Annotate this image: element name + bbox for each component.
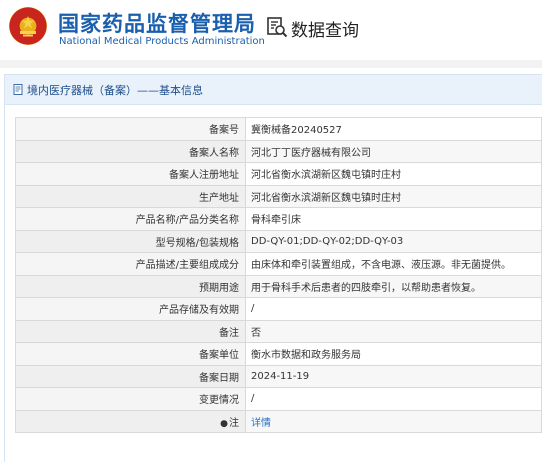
- field-value: 河北丁丁医疗器械有限公司: [245, 139, 542, 163]
- table-row: 备案日期 2024-11-19: [15, 364, 542, 388]
- field-label-note: ●注: [15, 409, 246, 433]
- table-row: 生产地址 河北省衡水滨湖新区魏屯镇时庄村: [15, 184, 542, 208]
- field-label: 备注: [15, 319, 246, 343]
- field-label: 备案号: [15, 117, 246, 141]
- field-value: DD-QY-01;DD-QY-02;DD-QY-03: [245, 229, 542, 253]
- field-label: 备案单位: [15, 342, 246, 366]
- field-value: /: [245, 387, 542, 411]
- document-icon: [13, 84, 23, 95]
- site-header: 国家药品监督管理局 National Medical Products Admi…: [0, 0, 542, 56]
- field-value: 河北省衡水滨湖新区魏屯镇时庄村: [245, 184, 542, 208]
- table-row: 型号规格/包装规格 DD-QY-01;DD-QY-02;DD-QY-03: [15, 229, 542, 253]
- field-label: 备案人注册地址: [15, 162, 246, 186]
- field-label-text: 注: [229, 417, 239, 429]
- agency-name-cn: 国家药品监督管理局: [58, 12, 256, 36]
- field-value: 2024-11-19: [245, 364, 542, 388]
- table-row: 产品描述/主要组成成分 由床体和牵引装置组成，不含电源、液压源。非无菌提供。: [15, 252, 542, 276]
- section-title: 境内医疗器械（备案）——基本信息: [27, 83, 203, 97]
- field-label: 备案人名称: [15, 139, 246, 163]
- detail-table: 备案号 冀衡械备20240527 备案人名称 河北丁丁医疗器械有限公司 备案人注…: [15, 117, 542, 433]
- table-row: 产品名称/产品分类名称 骨科牵引床: [15, 207, 542, 231]
- national-emblem-icon: [9, 7, 47, 45]
- field-value: 衡水市数据和政务服务局: [245, 342, 542, 366]
- field-label: 备案日期: [15, 364, 246, 388]
- field-value: 用于骨科手术后患者的四肢牵引，以帮助患者恢复。: [245, 274, 542, 298]
- field-label: 生产地址: [15, 184, 246, 208]
- field-label: 产品名称/产品分类名称: [15, 207, 246, 231]
- table-row: 备注 否: [15, 319, 542, 343]
- table-row: 备案单位 衡水市数据和政务服务局: [15, 342, 542, 366]
- section-header: 境内医疗器械（备案）——基本信息: [5, 75, 542, 105]
- field-label: 预期用途: [15, 274, 246, 298]
- page: 国家药品监督管理局 National Medical Products Admi…: [0, 0, 542, 462]
- table-row: 备案号 冀衡械备20240527: [15, 117, 542, 141]
- field-value: 河北省衡水滨湖新区魏屯镇时庄村: [245, 162, 542, 186]
- header-divider: [0, 60, 542, 68]
- table-row: 产品存储及有效期 /: [15, 297, 542, 321]
- field-label: 变更情况: [15, 387, 246, 411]
- table-row: 预期用途 用于骨科手术后患者的四肢牵引，以帮助患者恢复。: [15, 274, 542, 298]
- field-label: 型号规格/包装规格: [15, 229, 246, 253]
- info-dot-icon: ●: [220, 418, 228, 429]
- table-row: 变更情况 /: [15, 387, 542, 411]
- document-search-icon: [266, 16, 288, 38]
- table-row: 备案人名称 河北丁丁医疗器械有限公司: [15, 139, 542, 163]
- field-label: 产品存储及有效期: [15, 297, 246, 321]
- field-value: 冀衡械备20240527: [245, 117, 542, 141]
- field-value: 详情: [245, 409, 542, 433]
- field-value: 否: [245, 319, 542, 343]
- table-row: 备案人注册地址 河北省衡水滨湖新区魏屯镇时庄村: [15, 162, 542, 186]
- agency-name-en: National Medical Products Administration: [59, 36, 265, 47]
- table-row: ●注 详情: [15, 409, 542, 433]
- field-value: 由床体和牵引装置组成，不含电源、液压源。非无菌提供。: [245, 252, 542, 276]
- page-title: 数据查询: [291, 21, 359, 41]
- field-value: /: [245, 297, 542, 321]
- field-value: 骨科牵引床: [245, 207, 542, 231]
- field-label: 产品描述/主要组成成分: [15, 252, 246, 276]
- details-link[interactable]: 详情: [251, 418, 271, 429]
